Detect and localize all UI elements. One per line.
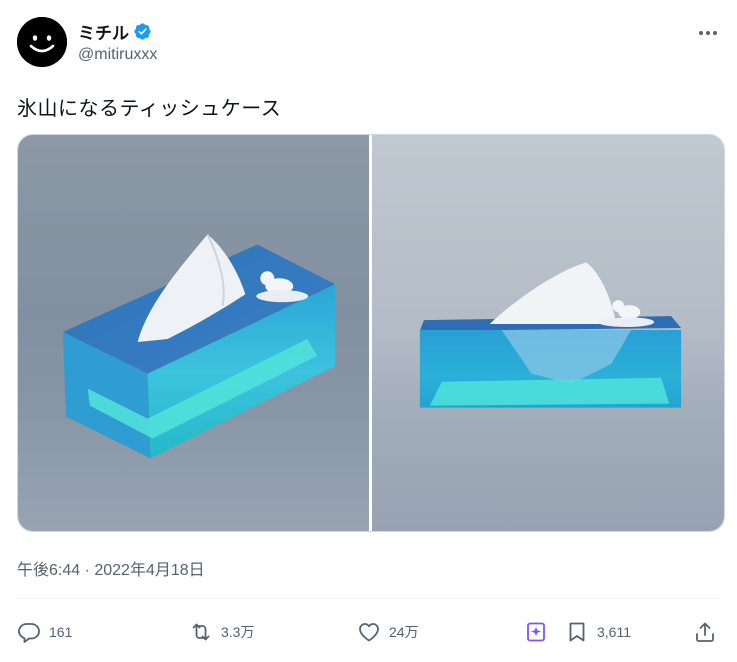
tweet-timestamp[interactable]: 午後6:44 · 2022年4月18日 — [17, 556, 205, 580]
reply-count: 161 — [49, 624, 73, 640]
tweet-text: 氷山になるティッシュケース — [17, 98, 282, 120]
retweet-icon — [192, 623, 210, 641]
tweet-photo-1[interactable] — [18, 135, 369, 531]
grok-icon — [527, 622, 545, 642]
smiley-face-icon — [17, 17, 67, 67]
share-icon — [696, 622, 714, 642]
tissue-box-angled-illustration — [62, 234, 336, 459]
retweet-button[interactable]: 3.3万 — [189, 612, 254, 652]
divider — [17, 598, 720, 599]
like-button[interactable]: 24万 — [357, 612, 419, 652]
user-handle[interactable]: @mitiruxxx — [78, 46, 157, 64]
author-name-row[interactable]: ミチル — [78, 19, 152, 44]
media-grid — [17, 134, 725, 532]
tweet-photo-2[interactable] — [372, 135, 724, 531]
bookmark-icon — [569, 622, 585, 642]
verified-badge-icon[interactable] — [133, 22, 152, 41]
avatar[interactable] — [17, 17, 67, 67]
reply-button[interactable]: 161 — [17, 612, 72, 652]
display-name[interactable]: ミチル — [78, 19, 129, 44]
retweet-count: 3.3万 — [221, 624, 255, 640]
tissue-box-front-illustration — [419, 262, 682, 408]
like-count: 24万 — [389, 624, 419, 640]
bookmark-count: 3,611 — [597, 624, 631, 640]
bookmark-button[interactable]: 3,611 — [565, 612, 631, 652]
grok-button[interactable] — [524, 612, 548, 652]
more-options-icon[interactable] — [697, 22, 719, 44]
heart-icon — [359, 623, 379, 642]
reply-icon — [18, 623, 40, 643]
tweet-actions-bar: 161 3.3万 24万 3,611 — [17, 612, 720, 652]
share-button[interactable] — [693, 612, 717, 652]
